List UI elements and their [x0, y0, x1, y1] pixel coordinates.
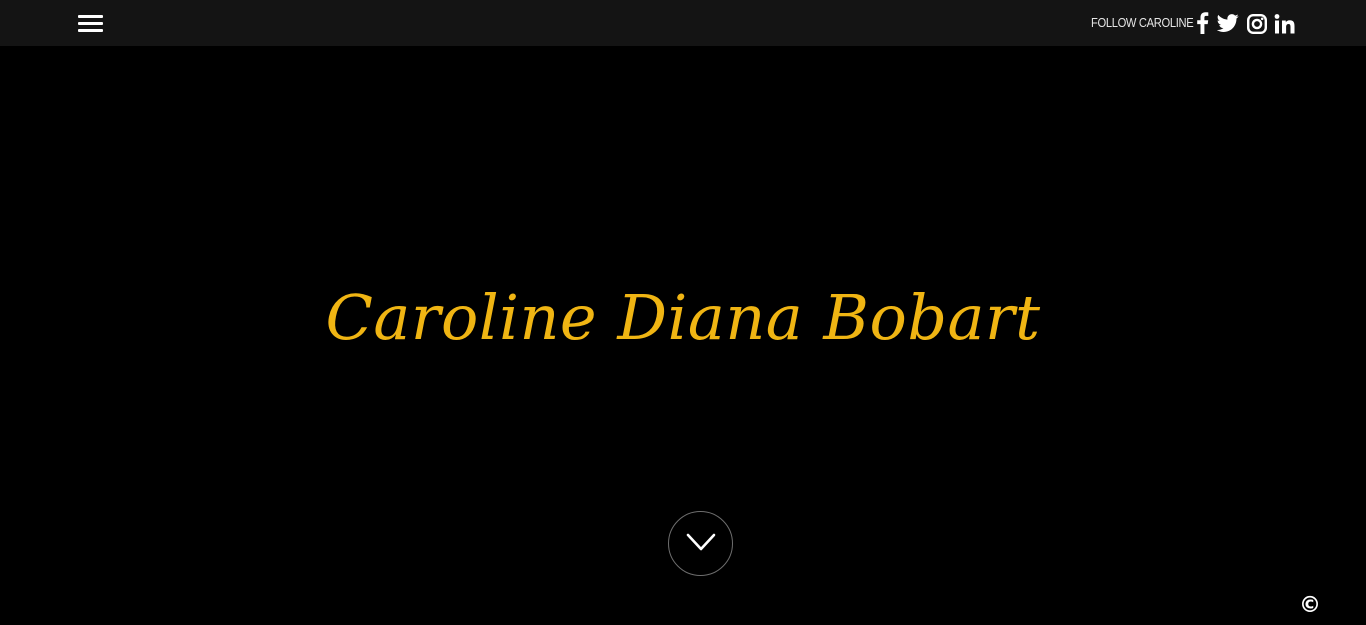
- hamburger-menu-icon[interactable]: [78, 15, 103, 33]
- follow-label: FOLLOW CAROLINE: [1091, 15, 1194, 30]
- facebook-icon[interactable]: [1196, 12, 1209, 34]
- instagram-icon[interactable]: [1247, 12, 1267, 34]
- hero-title: Caroline Diana Bobart: [325, 281, 1041, 354]
- scroll-down-button[interactable]: [668, 511, 733, 576]
- hamburger-line: [78, 15, 103, 18]
- twitter-icon[interactable]: [1217, 12, 1239, 34]
- linkedin-icon[interactable]: [1274, 12, 1295, 34]
- top-bar: FOLLOW CAROLINE: [0, 0, 1366, 46]
- copyright-icon: ©: [1299, 593, 1321, 618]
- chevron-down-icon: [686, 533, 716, 551]
- hamburger-line: [78, 22, 103, 25]
- hamburger-line: [78, 29, 103, 32]
